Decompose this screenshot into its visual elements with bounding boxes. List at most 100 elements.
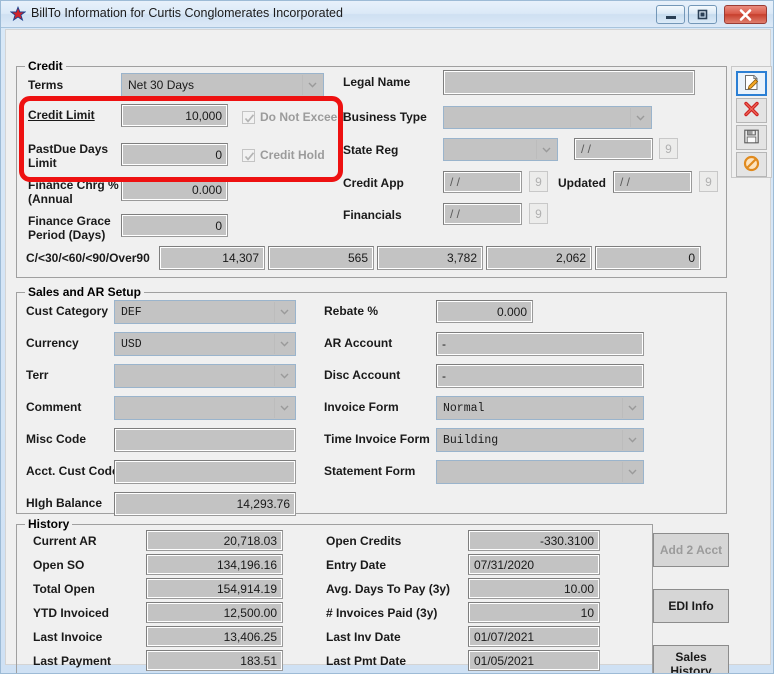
ar-account-field[interactable]: - bbox=[436, 332, 644, 356]
high-balance-field[interactable]: 14,293.76 bbox=[114, 492, 296, 516]
misc-code-label: Misc Code bbox=[26, 432, 86, 446]
rebate-pct-field[interactable]: 0.000 bbox=[436, 300, 533, 323]
financials-label: Financials bbox=[343, 208, 402, 222]
last-inv-date-field[interactable]: 01/07/2021 bbox=[468, 626, 600, 647]
time-invoice-form-combobox[interactable]: Building bbox=[436, 428, 644, 452]
chevron-down-icon[interactable] bbox=[302, 75, 322, 95]
maximize-button[interactable] bbox=[688, 5, 717, 24]
avg-days-to-pay-field[interactable]: 10.00 bbox=[468, 578, 600, 599]
state-reg-date-field[interactable]: / / bbox=[574, 138, 653, 160]
terms-combobox[interactable]: Net 30 Days bbox=[121, 73, 324, 97]
finance-chrg-field[interactable]: 0.000 bbox=[121, 178, 228, 201]
misc-code-field[interactable] bbox=[114, 428, 296, 452]
credit-app-calendar-button[interactable]: 9 bbox=[529, 171, 548, 192]
credit-group-legend: Credit bbox=[25, 59, 66, 73]
chevron-down-icon[interactable] bbox=[630, 108, 650, 127]
credit-limit-label[interactable]: Credit Limit bbox=[28, 108, 95, 122]
acct-cust-code-field[interactable] bbox=[114, 460, 296, 484]
credit-hold-checkbox[interactable]: Credit Hold bbox=[242, 148, 325, 162]
terr-combobox[interactable] bbox=[114, 364, 296, 388]
cancel-button[interactable] bbox=[736, 152, 767, 177]
chevron-down-icon[interactable] bbox=[274, 334, 294, 354]
cancel-icon bbox=[743, 155, 760, 175]
aging-current-value: 14,307 bbox=[222, 251, 259, 265]
calendar-icon: 9 bbox=[705, 175, 712, 189]
pastdue-days-limit-value: 0 bbox=[215, 148, 222, 162]
minimize-button[interactable] bbox=[656, 5, 685, 24]
current-ar-label: Current AR bbox=[33, 534, 97, 548]
chevron-down-icon[interactable] bbox=[622, 398, 642, 418]
financials-calendar-button[interactable]: 9 bbox=[529, 203, 548, 224]
cust-category-value: DEF bbox=[121, 306, 142, 319]
state-reg-label: State Reg bbox=[343, 143, 398, 157]
comment-combobox[interactable] bbox=[114, 396, 296, 420]
credit-limit-field[interactable]: 10,000 bbox=[121, 104, 228, 127]
state-reg-combobox[interactable] bbox=[443, 138, 558, 161]
updated-calendar-button[interactable]: 9 bbox=[699, 171, 718, 192]
chevron-down-icon[interactable] bbox=[622, 430, 642, 450]
add-2-acct-button[interactable]: Add 2 Acct bbox=[653, 533, 729, 567]
finance-grace-field[interactable]: 0 bbox=[121, 214, 228, 237]
terms-label: Terms bbox=[28, 78, 63, 92]
state-reg-calendar-button[interactable]: 9 bbox=[659, 138, 678, 159]
open-so-label: Open SO bbox=[33, 558, 84, 572]
statement-form-combobox[interactable] bbox=[436, 460, 644, 484]
do-not-exceed-checkbox[interactable]: Do Not Exceed bbox=[242, 110, 345, 124]
chevron-down-icon[interactable] bbox=[274, 366, 294, 386]
updated-date-field[interactable]: / / bbox=[613, 171, 692, 193]
chevron-down-icon[interactable] bbox=[274, 398, 294, 418]
chevron-down-icon[interactable] bbox=[536, 140, 556, 159]
financials-date-field[interactable]: / / bbox=[443, 203, 522, 225]
aging-lt30-field[interactable]: 565 bbox=[268, 246, 374, 270]
close-button[interactable] bbox=[724, 5, 767, 24]
avg-days-to-pay-label: Avg. Days To Pay (3y) bbox=[326, 582, 450, 596]
aging-lt60-value: 3,782 bbox=[447, 251, 477, 265]
delete-button[interactable] bbox=[736, 98, 767, 123]
chevron-down-icon[interactable] bbox=[274, 302, 294, 322]
comment-label: Comment bbox=[26, 400, 81, 414]
invoice-form-combobox[interactable]: Normal bbox=[436, 396, 644, 420]
total-open-label: Total Open bbox=[33, 582, 95, 596]
cust-category-combobox[interactable]: DEF bbox=[114, 300, 296, 324]
aging-over90-field[interactable]: 0 bbox=[595, 246, 701, 270]
rebate-pct-value: 0.000 bbox=[497, 305, 527, 319]
invoice-form-value: Normal bbox=[443, 402, 484, 415]
edi-info-button[interactable]: EDI Info bbox=[653, 589, 729, 623]
currency-combobox[interactable]: USD bbox=[114, 332, 296, 356]
ytd-invoiced-field[interactable]: 12,500.00 bbox=[146, 602, 283, 623]
open-credits-field[interactable]: -330.3100 bbox=[468, 530, 600, 551]
current-ar-value: 20,718.03 bbox=[224, 534, 277, 548]
open-so-field[interactable]: 134,196.16 bbox=[146, 554, 283, 575]
last-payment-field[interactable]: 183.51 bbox=[146, 650, 283, 671]
disc-account-field[interactable]: - bbox=[436, 364, 644, 388]
calendar-icon: 9 bbox=[535, 207, 542, 221]
credit-app-date-field[interactable]: / / bbox=[443, 171, 522, 193]
pastdue-days-limit-field[interactable]: 0 bbox=[121, 143, 228, 166]
application-window: BillTo Information for Curtis Conglomera… bbox=[0, 0, 774, 674]
chevron-down-icon[interactable] bbox=[622, 462, 642, 482]
form-client-area: Credit Terms Net 30 Days Credit Limit 10… bbox=[5, 29, 771, 665]
last-pmt-date-label: Last Pmt Date bbox=[326, 654, 406, 668]
entry-date-label: Entry Date bbox=[326, 558, 386, 572]
entry-date-value: 07/31/2020 bbox=[474, 558, 534, 572]
business-type-combobox[interactable] bbox=[443, 106, 652, 129]
legal-name-field[interactable] bbox=[443, 70, 695, 95]
edit-button[interactable] bbox=[736, 71, 767, 96]
title-bar[interactable]: BillTo Information for Curtis Conglomera… bbox=[1, 1, 774, 28]
invoices-paid-field[interactable]: 10 bbox=[468, 602, 600, 623]
entry-date-field[interactable]: 07/31/2020 bbox=[468, 554, 600, 575]
aging-current-field[interactable]: 14,307 bbox=[159, 246, 265, 270]
save-button[interactable] bbox=[736, 125, 767, 150]
credit-app-label: Credit App bbox=[343, 176, 404, 190]
rebate-pct-label: Rebate % bbox=[324, 304, 378, 318]
last-pmt-date-field[interactable]: 01/05/2021 bbox=[468, 650, 600, 671]
current-ar-field[interactable]: 20,718.03 bbox=[146, 530, 283, 551]
ar-account-label: AR Account bbox=[324, 336, 392, 350]
sales-history-button[interactable]: Sales History bbox=[653, 645, 729, 674]
aging-lt60-field[interactable]: 3,782 bbox=[377, 246, 483, 270]
aging-lt90-field[interactable]: 2,062 bbox=[486, 246, 592, 270]
save-icon bbox=[743, 128, 760, 148]
statement-form-label: Statement Form bbox=[324, 464, 415, 478]
total-open-field[interactable]: 154,914.19 bbox=[146, 578, 283, 599]
last-invoice-field[interactable]: 13,406.25 bbox=[146, 626, 283, 647]
